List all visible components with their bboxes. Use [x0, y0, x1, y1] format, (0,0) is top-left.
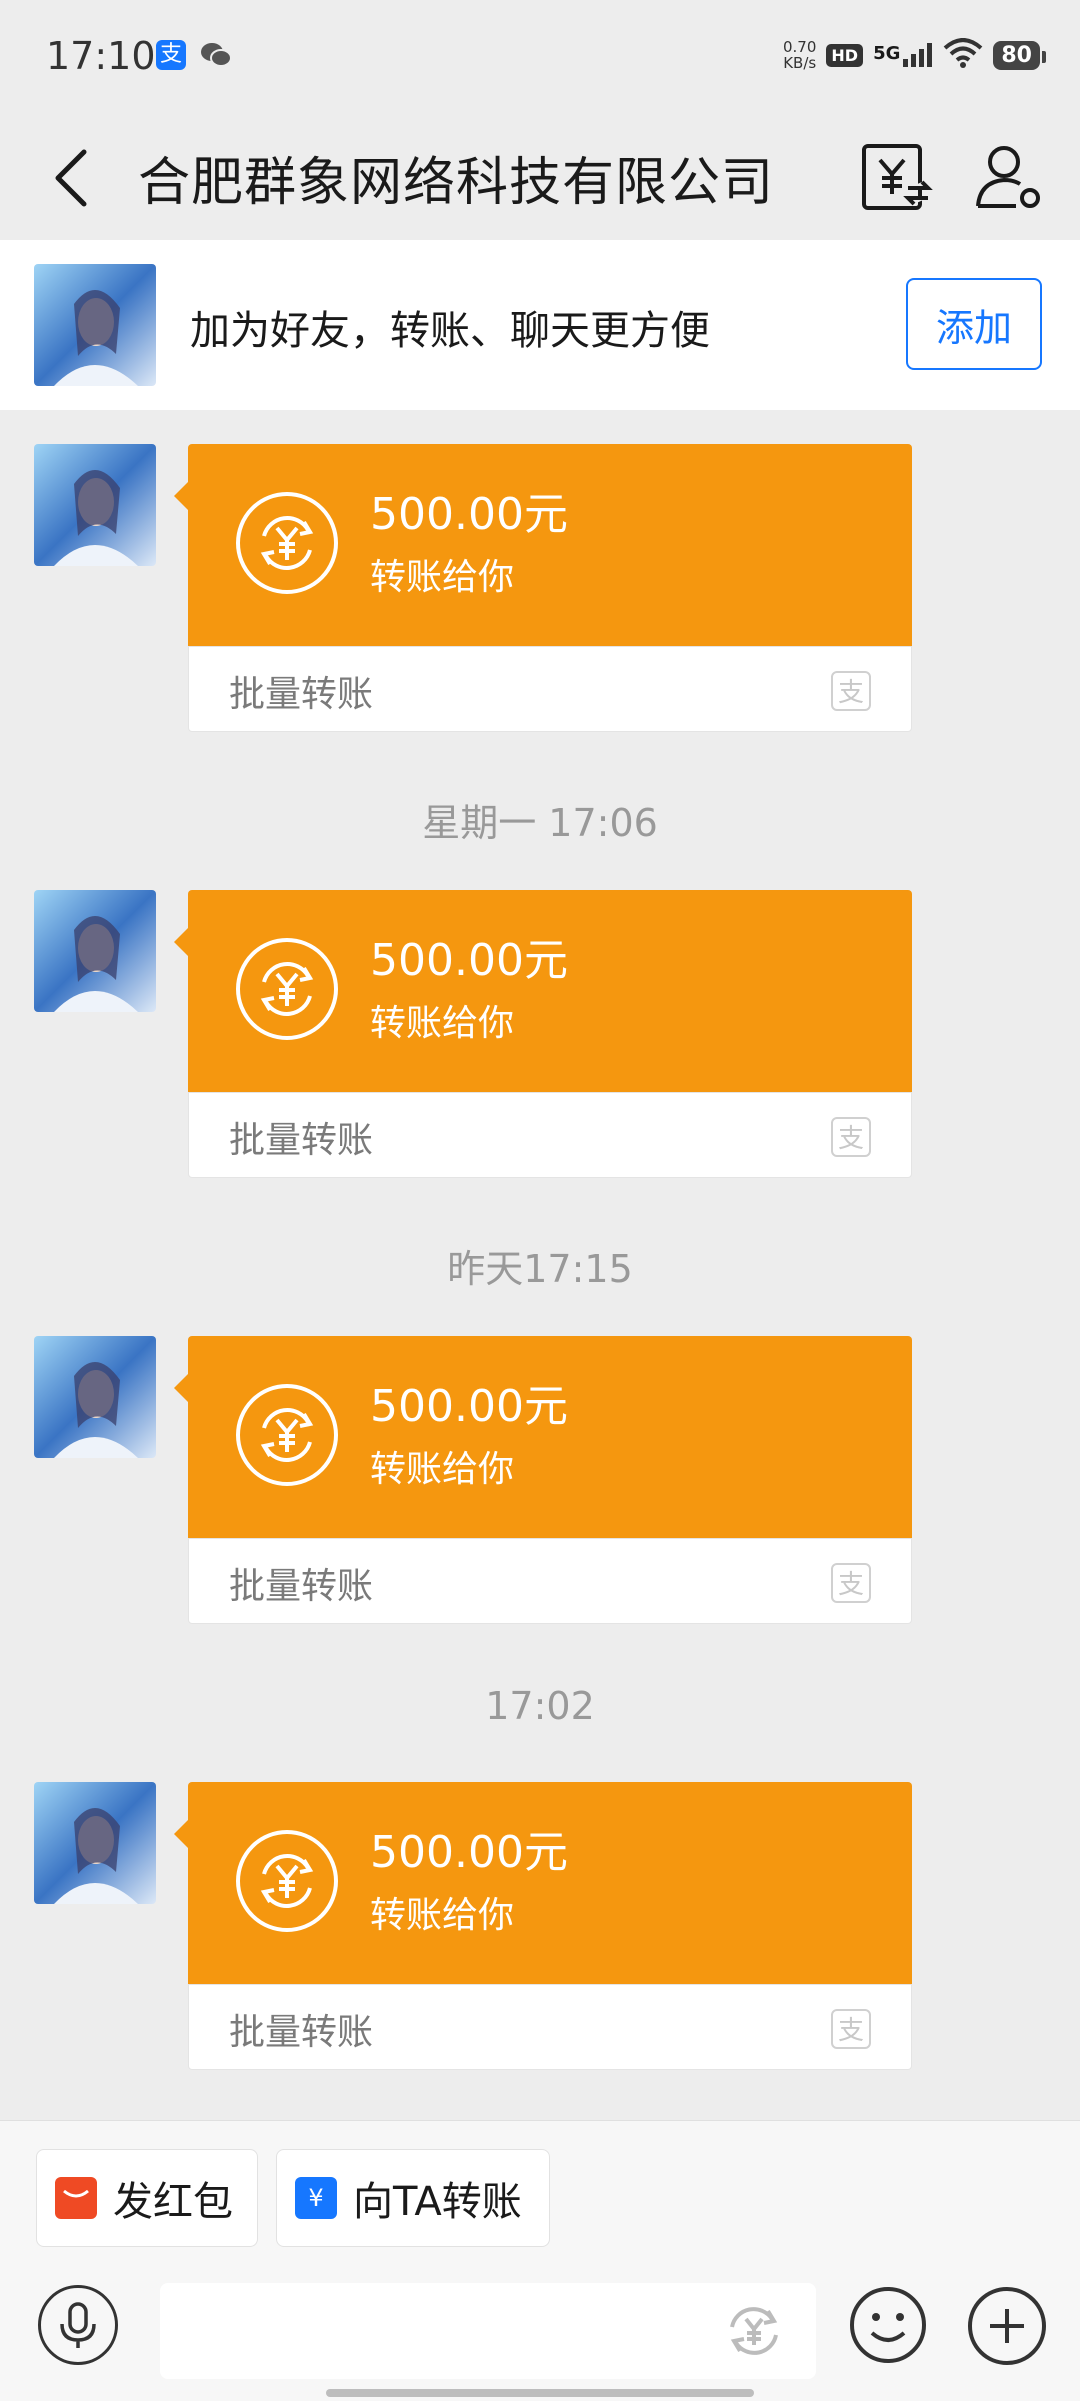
red-packet-icon: [55, 2177, 97, 2219]
alipay-logo-icon: 支: [831, 671, 871, 711]
profile-button[interactable]: [970, 136, 1050, 216]
transfer-icon: [236, 938, 338, 1040]
plus-icon: [968, 2287, 1046, 2365]
transfer-to-them-button[interactable]: ¥ 向TA转账: [276, 2149, 550, 2247]
add-friend-banner: 加为好友，转账、聊天更方便 添加: [0, 240, 1080, 410]
message-timestamp: 星期一 17:06: [422, 801, 658, 845]
transfer-subtitle: 转账给你: [370, 1003, 515, 1044]
transfer-subtitle: 转账给你: [370, 557, 515, 598]
transfer-type-label: 批量转账: [229, 1566, 374, 1607]
transfer-message: 500.00元 转账给你 批量转账 支: [0, 1336, 1080, 1626]
microphone-icon: [60, 2302, 96, 2348]
emoji-button[interactable]: [848, 2285, 928, 2365]
status-indicators: 0.70 KB/s HD 5G 80: [783, 38, 1046, 72]
transfer-amount: 500.00元: [370, 935, 568, 986]
avatar[interactable]: [34, 264, 156, 386]
network-speed: 0.70 KB/s: [783, 39, 816, 71]
transfer-card-footer: 批量转账 支: [188, 1092, 912, 1178]
status-bar: 17:10 支 0.70 KB/s HD 5G 80: [0, 0, 1080, 116]
profile-settings-icon: [976, 146, 1040, 208]
transfer-subtitle: 转账给你: [370, 1449, 515, 1490]
transfer-card-footer: 批量转账 支: [188, 1538, 912, 1624]
transfer-amount: 500.00元: [370, 489, 568, 540]
message-input[interactable]: [180, 2303, 684, 2361]
signal-icon: 5G: [873, 43, 933, 67]
bubble-arrow: [174, 928, 188, 956]
wifi-icon: [943, 38, 983, 72]
transfer-card-footer: 批量转账 支: [188, 646, 912, 732]
more-options-button[interactable]: [966, 2285, 1048, 2367]
network-speed-unit: KB/s: [783, 54, 817, 72]
transfer-card[interactable]: 500.00元 转账给你 批量转账 支: [174, 890, 912, 1178]
back-button[interactable]: [44, 138, 100, 218]
avatar[interactable]: [34, 1782, 156, 1904]
transfer-label: 向TA转账: [353, 2179, 522, 2225]
send-red-packet-button[interactable]: 发红包: [36, 2149, 258, 2247]
network-speed-value: 0.70: [782, 38, 817, 56]
message-timestamp: 昨天17:15: [447, 1247, 633, 1291]
transfer-icon: [236, 1384, 338, 1486]
back-icon: [55, 149, 87, 207]
transfer-message: 500.00元 转账给你 批量转账 支: [0, 444, 1080, 734]
transfer-type-label: 批量转账: [229, 2012, 374, 2053]
transfer-card[interactable]: 500.00元 转账给你 批量转账 支: [174, 444, 912, 732]
add-friend-button[interactable]: 添加: [906, 278, 1042, 370]
yuan-refresh-icon: [730, 2307, 778, 2355]
bubble-arrow: [174, 1820, 188, 1848]
message-timestamp: 17:02: [485, 1684, 595, 1728]
transfer-message: 500.00元 转账给你 批量转账 支: [0, 1782, 1080, 2072]
transfer-type-label: 批量转账: [229, 674, 374, 715]
red-packet-label: 发红包: [113, 2179, 233, 2225]
wechat-notification-icon: [200, 40, 232, 70]
voice-input-button[interactable]: [38, 2285, 118, 2365]
status-time: 17:10: [46, 34, 156, 78]
bill-button[interactable]: [858, 136, 934, 216]
battery-icon: 80: [993, 40, 1046, 70]
message-input-box[interactable]: [160, 2283, 816, 2379]
transfer-card[interactable]: 500.00元 转账给你 批量转账 支: [174, 1782, 912, 2070]
bubble-arrow: [174, 1374, 188, 1402]
avatar[interactable]: [34, 890, 156, 1012]
emoji-icon: [850, 2287, 926, 2363]
transfer-card-header: 500.00元 转账给你: [174, 1782, 912, 1984]
transfer-card-footer: 批量转账 支: [188, 1984, 912, 2070]
avatar[interactable]: [34, 444, 156, 566]
hd-badge: HD: [826, 43, 864, 67]
transfer-icon: [236, 1830, 338, 1932]
network-type: 5G: [873, 43, 901, 64]
transfer-card-header: 500.00元 转账给你: [174, 890, 912, 1092]
transfer-card-header: 500.00元 转账给你: [174, 444, 912, 646]
chat-input-area: 发红包 ¥ 向TA转账: [0, 2120, 1080, 2401]
page-title: 合肥群象网络科技有限公司: [138, 153, 775, 213]
alipay-logo-icon: 支: [831, 1563, 871, 1603]
transfer-card[interactable]: 500.00元 转账给你 批量转账 支: [174, 1336, 912, 1624]
transfer-icon: [236, 492, 338, 594]
transfer-amount: 500.00元: [370, 1381, 568, 1432]
title-bar: 合肥群象网络科技有限公司: [0, 116, 1080, 240]
bubble-arrow: [174, 482, 188, 510]
transfer-message: 500.00元 转账给你 批量转账 支: [0, 890, 1080, 1180]
alipay-logo-icon: 支: [831, 2009, 871, 2049]
banner-text: 加为好友，转账、聊天更方便: [190, 308, 710, 354]
transfer-shortcut-button[interactable]: [718, 2295, 790, 2367]
transfer-type-label: 批量转账: [229, 1120, 374, 1161]
transfer-subtitle: 转账给你: [370, 1895, 515, 1936]
transfer-amount: 500.00元: [370, 1827, 568, 1878]
bill-icon: [862, 144, 933, 210]
alipay-logo-icon: 支: [831, 1117, 871, 1157]
transfer-yuan-icon: ¥: [295, 2177, 337, 2219]
avatar[interactable]: [34, 1336, 156, 1458]
home-indicator[interactable]: [326, 2389, 754, 2397]
transfer-card-header: 500.00元 转账给你: [174, 1336, 912, 1538]
alipay-notification-icon: 支: [156, 40, 186, 70]
